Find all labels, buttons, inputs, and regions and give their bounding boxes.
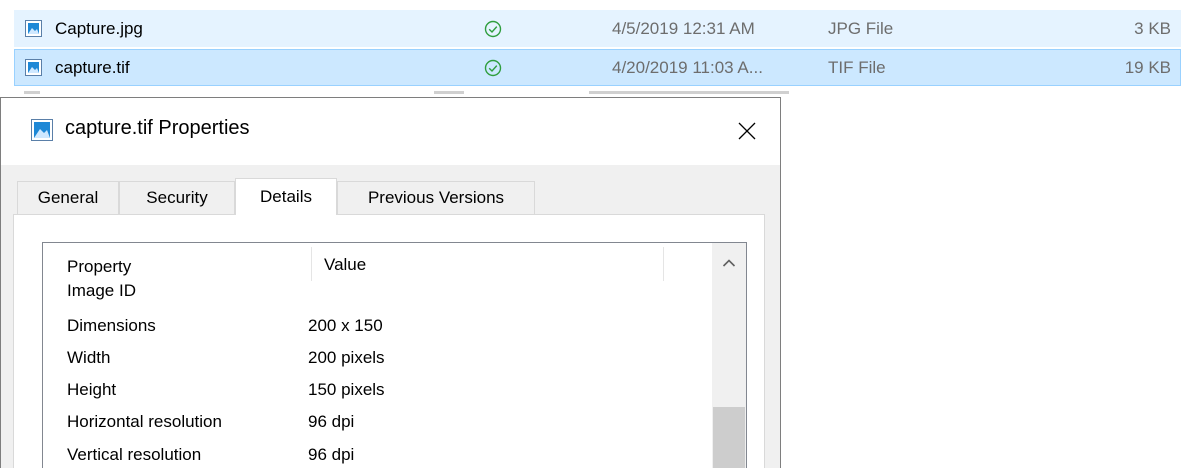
dialog-titlebar[interactable]: capture.tif Properties [1, 98, 780, 165]
property-value: 200 pixels [308, 348, 385, 367]
file-row-capture-jpg[interactable]: Capture.jpg 4/5/2019 12:31 AM JPG File 3… [14, 10, 1181, 47]
column-header-property[interactable]: Property [67, 257, 131, 277]
property-row-image-id[interactable]: Image ID [43, 276, 693, 308]
close-button[interactable] [724, 108, 770, 154]
vertical-scrollbar[interactable] [712, 243, 746, 468]
details-list[interactable]: Property Value Image ID Dimensions 200 x… [42, 242, 747, 468]
column-header-value[interactable]: Value [324, 255, 366, 275]
scroll-thumb[interactable] [713, 407, 745, 468]
chevron-up-icon [722, 259, 736, 267]
property-row-dimensions[interactable]: Dimensions 200 x 150 [43, 311, 693, 343]
available-check-icon [484, 59, 502, 77]
obscured-row-fragment [24, 91, 40, 94]
tab-details[interactable]: Details [235, 178, 337, 215]
close-icon [738, 122, 756, 140]
tab-general[interactable]: General [17, 181, 119, 214]
file-name: capture.tif [55, 57, 130, 77]
obscured-row-fragment [589, 91, 789, 94]
tab-strip: General Security Details Previous Versio… [13, 178, 773, 215]
image-file-icon [31, 119, 53, 141]
file-type: TIF File [828, 57, 886, 77]
property-name: Dimensions [67, 316, 156, 335]
tab-previous-versions[interactable]: Previous Versions [337, 181, 535, 214]
property-row-horizontal-resolution[interactable]: Horizontal resolution 96 dpi [43, 407, 693, 439]
property-value: 96 dpi [308, 412, 355, 431]
property-name: Image ID [67, 281, 136, 300]
tab-label: Details [260, 187, 312, 206]
image-file-icon [25, 59, 42, 76]
file-size: 19 KB [1124, 57, 1171, 77]
property-name: Width [67, 348, 111, 367]
file-type: JPG File [828, 18, 894, 38]
dialog-title: capture.tif Properties [65, 117, 250, 139]
image-file-icon [25, 20, 42, 37]
available-check-icon [484, 20, 502, 38]
property-name: Vertical resolution [67, 445, 202, 464]
file-row-capture-tif[interactable]: capture.tif 4/20/2019 11:03 A... TIF Fil… [14, 49, 1181, 86]
scroll-up-button[interactable] [712, 243, 746, 283]
file-date: 4/20/2019 11:03 A... [612, 57, 763, 77]
file-size: 3 KB [1134, 18, 1171, 38]
properties-dialog: capture.tif Properties General Security … [0, 97, 781, 468]
tab-label: Security [146, 188, 208, 207]
property-name: Horizontal resolution [67, 412, 222, 431]
file-date: 4/5/2019 12:31 AM [612, 18, 755, 38]
property-row-width[interactable]: Width 200 pixels [43, 343, 693, 375]
tab-label: General [37, 188, 99, 207]
property-row-vertical-resolution[interactable]: Vertical resolution 96 dpi [43, 440, 693, 468]
property-value: 96 dpi [308, 445, 355, 464]
property-name: Height [67, 380, 117, 399]
property-value: 200 x 150 [308, 316, 383, 335]
tab-label: Previous Versions [367, 188, 505, 207]
tab-security[interactable]: Security [119, 181, 235, 214]
file-name: Capture.jpg [55, 18, 143, 38]
obscured-row-fragment [434, 91, 464, 94]
property-value: 150 pixels [308, 380, 385, 399]
property-row-height[interactable]: Height 150 pixels [43, 375, 693, 407]
